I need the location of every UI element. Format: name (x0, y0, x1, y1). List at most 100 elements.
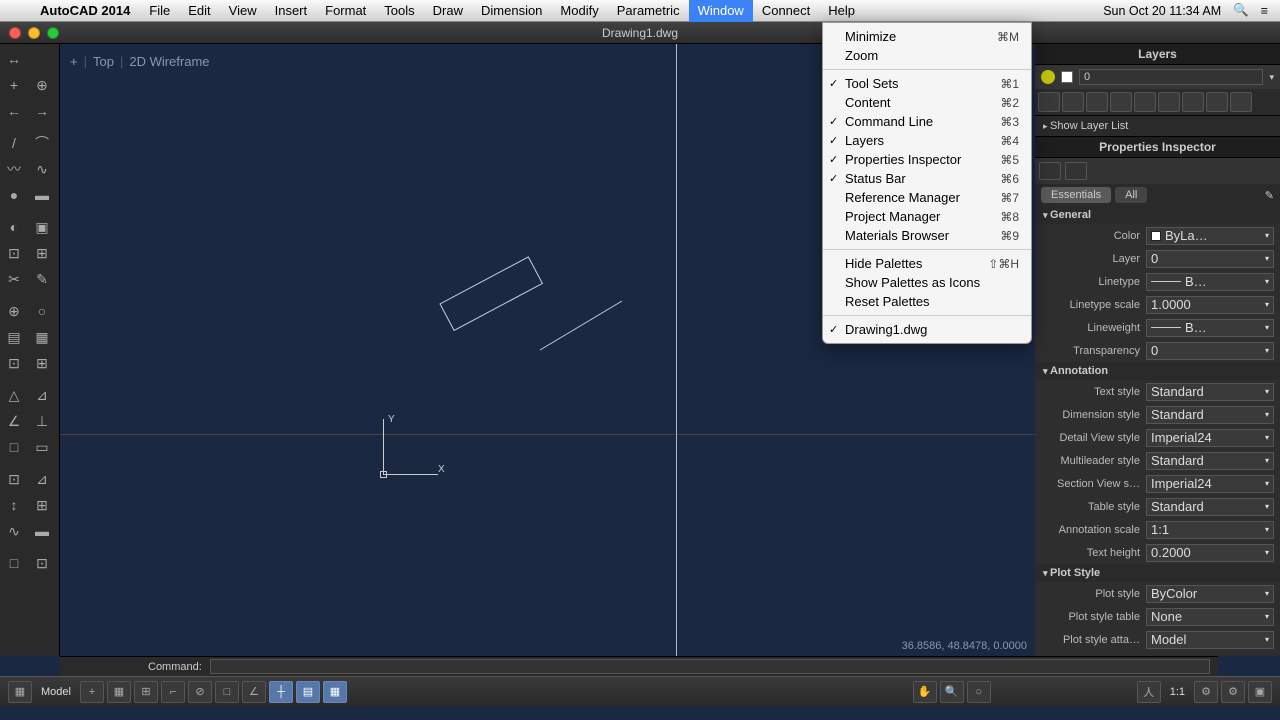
menuitem-hide-palettes[interactable]: Hide Palettes⇧⌘H (823, 254, 1031, 273)
menuitem-content[interactable]: Content⌘2 (823, 93, 1031, 112)
menu-tools[interactable]: Tools (375, 0, 423, 22)
tool-button-14[interactable]: ⊡ (0, 240, 28, 266)
tool-button-3[interactable]: ⊕ (28, 72, 56, 98)
menu-insert[interactable]: Insert (266, 0, 317, 22)
tool-button-35[interactable]: ▬ (28, 518, 56, 544)
layer-tool-1[interactable] (1062, 92, 1084, 112)
tool-button-20[interactable]: ▤ (0, 324, 28, 350)
menu-dimension[interactable]: Dimension (472, 0, 551, 22)
tool-button-12[interactable]: ◐ (0, 214, 28, 240)
tool-button-26[interactable]: ∠ (0, 408, 28, 434)
tool-button-34[interactable]: ∿ (0, 518, 28, 544)
tool-button-7[interactable]: ⌒ (28, 130, 56, 156)
section-general[interactable]: General (1035, 206, 1280, 224)
edit-icon[interactable]: ✎ (1265, 189, 1274, 202)
anno-scale-icon[interactable]: 人 (1137, 681, 1161, 703)
tool-button-11[interactable]: ▬ (28, 182, 56, 208)
otrack-toggle[interactable]: ∠ (242, 681, 266, 703)
tool-button-18[interactable]: ⊕ (0, 298, 28, 324)
tool-button-9[interactable]: ∿ (28, 156, 56, 182)
dropdown-caret-icon[interactable]: ▾ (1269, 72, 1274, 83)
tool-button-27[interactable]: ⊥ (28, 408, 56, 434)
layer-tool-7[interactable] (1206, 92, 1228, 112)
prop-value[interactable]: Standard▾ (1146, 406, 1274, 424)
prop-value[interactable]: Standard▾ (1146, 498, 1274, 516)
prop-value[interactable]: ByColor▾ (1146, 585, 1274, 603)
tool-button-31[interactable]: ⊿ (28, 466, 56, 492)
tool-button-17[interactable]: ✎ (28, 266, 56, 292)
props-tool-2[interactable] (1065, 162, 1087, 180)
tool-button-4[interactable]: ← (0, 98, 28, 124)
tool-button-10[interactable]: ● (0, 182, 28, 208)
lwt-toggle[interactable]: ▤ (296, 681, 320, 703)
tool-button-16[interactable]: ✂ (0, 266, 28, 292)
menuitem-tool-sets[interactable]: ✓Tool Sets⌘1 (823, 74, 1031, 93)
app-name[interactable]: AutoCAD 2014 (30, 3, 140, 18)
tab-essentials[interactable]: Essentials (1041, 187, 1111, 203)
tool-button-1[interactable] (28, 46, 56, 72)
tool-button-8[interactable]: 〰 (0, 156, 28, 182)
orbit-icon[interactable]: ○ (967, 681, 991, 703)
menuitem-show-palettes-as-icons[interactable]: Show Palettes as Icons (823, 273, 1031, 292)
prop-value[interactable]: 1:1▾ (1146, 521, 1274, 539)
tool-button-13[interactable]: ▣ (28, 214, 56, 240)
show-layer-list-toggle[interactable]: Show Layer List (1035, 116, 1280, 137)
layer-on-icon[interactable] (1041, 70, 1055, 84)
workspace-icon[interactable]: ⚙ (1221, 681, 1245, 703)
prop-value[interactable]: Standard▾ (1146, 452, 1274, 470)
model-tab[interactable]: Model (35, 686, 77, 698)
tool-button-19[interactable]: ○ (28, 298, 56, 324)
qp-toggle[interactable]: ▦ (323, 681, 347, 703)
layer-color-swatch[interactable] (1061, 71, 1073, 83)
prop-value[interactable]: B…▾ (1146, 319, 1274, 337)
menu-view[interactable]: View (220, 0, 266, 22)
dyn-toggle[interactable]: ┼ (269, 681, 293, 703)
menu-format[interactable]: Format (316, 0, 375, 22)
layer-tool-5[interactable] (1158, 92, 1180, 112)
command-line[interactable]: Command: (60, 656, 1218, 676)
anno-scale[interactable]: 1:1 (1164, 686, 1191, 698)
tool-button-28[interactable]: □ (0, 434, 28, 460)
tool-button-30[interactable]: ⊡ (0, 466, 28, 492)
section-annotation[interactable]: Annotation (1035, 362, 1280, 380)
hardware-icon[interactable]: ▣ (1248, 681, 1272, 703)
prop-value[interactable]: B…▾ (1146, 273, 1274, 291)
prop-value[interactable]: 1.0000▾ (1146, 296, 1274, 314)
tool-button-15[interactable]: ⊞ (28, 240, 56, 266)
prop-value[interactable]: Imperial24▾ (1146, 475, 1274, 493)
tool-button-6[interactable]: / (0, 130, 28, 156)
anno-auto-icon[interactable]: ⚙ (1194, 681, 1218, 703)
zoom-window-button[interactable] (47, 27, 59, 39)
tool-button-22[interactable]: ⊡ (0, 350, 28, 376)
section-plot[interactable]: Plot Style (1035, 564, 1280, 582)
command-input[interactable] (210, 659, 1210, 674)
menuitem-project-manager[interactable]: Project Manager⌘8 (823, 207, 1031, 226)
menuitem-status-bar[interactable]: ✓Status Bar⌘6 (823, 169, 1031, 188)
snap-toggle[interactable]: ⊞ (134, 681, 158, 703)
menuitem-drawing1-dwg[interactable]: ✓Drawing1.dwg (823, 320, 1031, 339)
zoom-icon[interactable]: 🔍 (940, 681, 964, 703)
current-layer-input[interactable] (1079, 69, 1263, 85)
tool-button-33[interactable]: ⊞ (28, 492, 56, 518)
ortho-toggle[interactable]: ⌐ (161, 681, 185, 703)
menu-file[interactable]: File (140, 0, 179, 22)
tool-button-37[interactable]: ⊡ (28, 550, 56, 576)
status-btn-1[interactable]: + (80, 681, 104, 703)
tool-button-24[interactable]: △ (0, 382, 28, 408)
pan-icon[interactable]: ✋ (913, 681, 937, 703)
menuitem-zoom[interactable]: Zoom (823, 46, 1031, 65)
osnap-toggle[interactable]: □ (215, 681, 239, 703)
menuitem-reference-manager[interactable]: Reference Manager⌘7 (823, 188, 1031, 207)
layer-tool-0[interactable] (1038, 92, 1060, 112)
tool-button-29[interactable]: ▭ (28, 434, 56, 460)
prop-value[interactable]: 0.2000▾ (1146, 544, 1274, 562)
layer-tool-3[interactable] (1110, 92, 1132, 112)
prop-value[interactable]: 0▾ (1146, 250, 1274, 268)
current-layer-control[interactable]: ▾ (1035, 65, 1280, 89)
menu-extras-icon[interactable]: ≡ (1261, 4, 1268, 18)
minimize-window-button[interactable] (28, 27, 40, 39)
tool-button-36[interactable]: □ (0, 550, 28, 576)
prop-value[interactable]: Standard▾ (1146, 383, 1274, 401)
polar-toggle[interactable]: ⊘ (188, 681, 212, 703)
close-window-button[interactable] (9, 27, 21, 39)
